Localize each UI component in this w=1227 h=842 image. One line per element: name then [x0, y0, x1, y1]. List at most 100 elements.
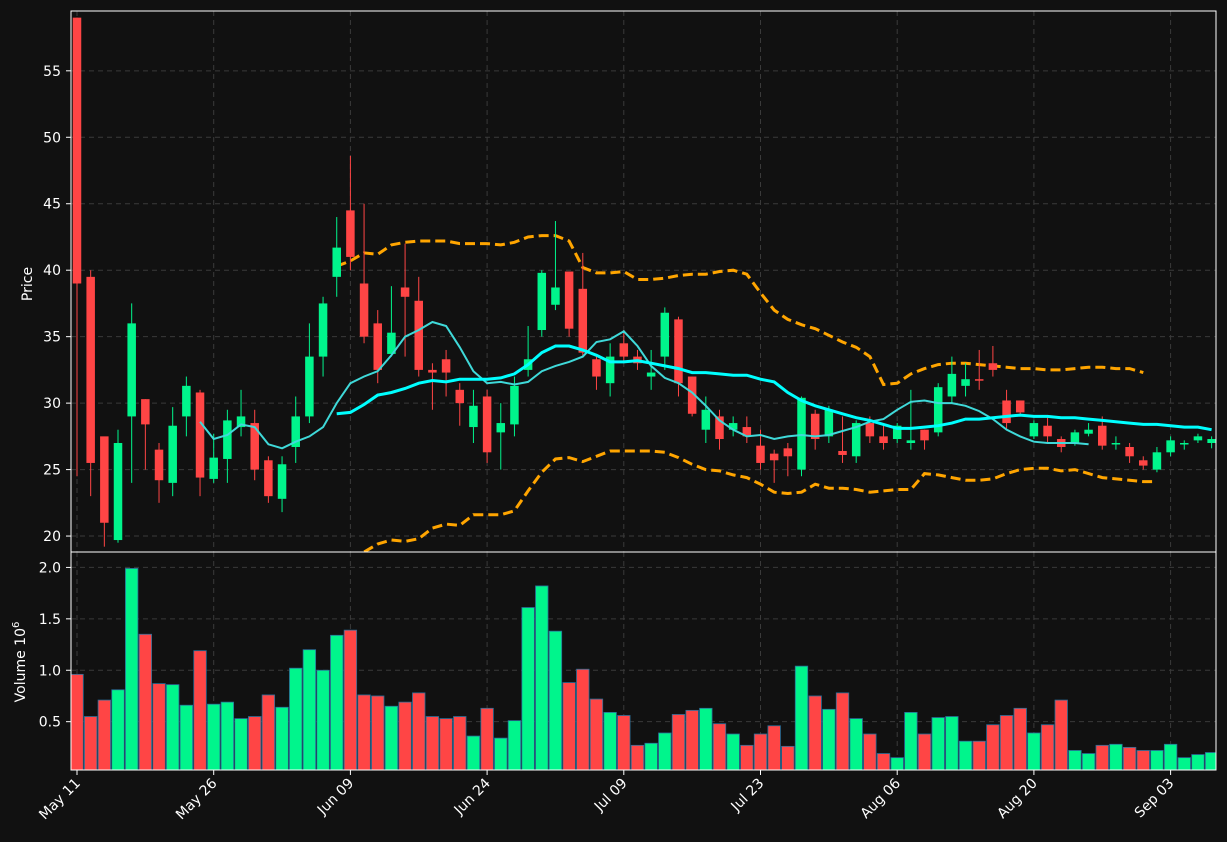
volume-bar: [986, 724, 1000, 770]
candle-body: [701, 409, 711, 430]
volume-bar: [1150, 750, 1164, 770]
volume-bar: [685, 709, 699, 770]
volume-bar: [794, 665, 809, 770]
candle-body: [469, 405, 478, 428]
price-tick-label: 35: [43, 330, 61, 346]
volume-bar: [453, 716, 467, 770]
volume-bar: [1109, 743, 1123, 770]
volume-bar: [726, 733, 740, 770]
candle-body: [332, 247, 341, 277]
volume-bar: [890, 757, 904, 770]
volume-bar: [644, 742, 658, 770]
candle: [564, 271, 574, 337]
volume-bar: [412, 692, 426, 770]
candle-body: [1084, 429, 1093, 434]
volume-bar: [781, 745, 795, 770]
candle-body: [496, 423, 506, 433]
volume-bar: [207, 703, 221, 770]
volume-tick-label: 0.5: [39, 715, 61, 731]
volume-bar: [945, 716, 959, 770]
candle-body: [920, 429, 929, 441]
volume-bar: [166, 684, 180, 770]
volume-bar: [767, 725, 781, 770]
candle-body: [1152, 452, 1162, 470]
candle-body: [619, 343, 629, 357]
price-tick-label: 25: [43, 463, 61, 479]
volume-bar: [97, 699, 111, 770]
candle-body: [961, 379, 970, 386]
candle-body: [756, 445, 765, 463]
candle-body: [209, 457, 218, 479]
candle-body: [359, 283, 369, 337]
candle-body: [947, 373, 957, 397]
candle-body: [1207, 439, 1216, 444]
candle-body: [414, 300, 423, 370]
price-tick-label: 45: [43, 197, 61, 213]
candle: [482, 389, 492, 463]
candle-body: [1180, 443, 1189, 445]
candle-body: [264, 460, 273, 497]
volume-bar: [316, 669, 330, 770]
candle-body: [441, 359, 451, 373]
volume-bar: [343, 629, 358, 770]
candle-body: [455, 389, 465, 404]
volume-bar: [740, 744, 754, 770]
volume-bar: [658, 732, 672, 770]
volume-bar: [562, 682, 576, 770]
candle-body: [797, 397, 806, 470]
candle-body: [592, 359, 601, 377]
volume-bar: [398, 701, 412, 770]
volume-bar: [835, 692, 850, 770]
candle-body: [346, 210, 355, 257]
volume-bar: [617, 715, 631, 770]
candle-body: [879, 436, 888, 444]
candle: [537, 270, 547, 337]
volume-bar: [439, 718, 453, 770]
price-tick-label: 20: [43, 529, 61, 545]
candle-body: [1125, 446, 1134, 457]
candle: [797, 396, 806, 477]
volume-bar: [1136, 750, 1150, 770]
volume-bar: [193, 650, 207, 770]
volume-bar: [261, 694, 276, 770]
candle: [86, 270, 95, 497]
volume-bar: [521, 607, 535, 770]
candle-body: [865, 423, 875, 437]
candle-body: [660, 312, 670, 357]
volume-bar: [958, 740, 973, 770]
candle-body: [482, 396, 492, 453]
candle-body: [1098, 425, 1107, 446]
price-tick-label: 55: [43, 64, 61, 80]
candle-body: [1070, 432, 1080, 444]
volume-bar: [576, 668, 590, 770]
candle-body: [838, 450, 847, 455]
volume-bar: [589, 698, 604, 770]
volume-axis-label-text: Volume 10: [13, 628, 29, 702]
candle-body: [318, 303, 328, 357]
volume-tick-label: 1.5: [39, 612, 61, 628]
volume-bar: [1040, 724, 1055, 770]
candle-body: [277, 464, 287, 499]
candle-body: [113, 443, 123, 541]
volume-bar: [548, 630, 563, 770]
price-axis-label: Price: [20, 267, 36, 301]
candle-body: [154, 449, 164, 481]
candle-body: [674, 319, 683, 384]
volume-bar: [999, 715, 1014, 770]
volume-bar: [289, 667, 303, 770]
volume-bar: [699, 707, 713, 770]
volume-tick-label: 1.0: [39, 663, 61, 679]
candle-body: [373, 323, 382, 370]
volume-bar: [234, 718, 248, 770]
volume-bar: [1095, 744, 1109, 770]
volume-bar: [138, 633, 153, 770]
candle-body: [1029, 423, 1039, 437]
volume-bar: [330, 634, 344, 770]
volume-bar: [671, 714, 686, 770]
volume-bar: [630, 744, 645, 770]
candle-body: [578, 288, 588, 353]
volume-bar: [849, 718, 863, 770]
volume-bar: [220, 701, 235, 770]
candle-body: [100, 436, 109, 523]
volume-bar: [1068, 750, 1082, 770]
